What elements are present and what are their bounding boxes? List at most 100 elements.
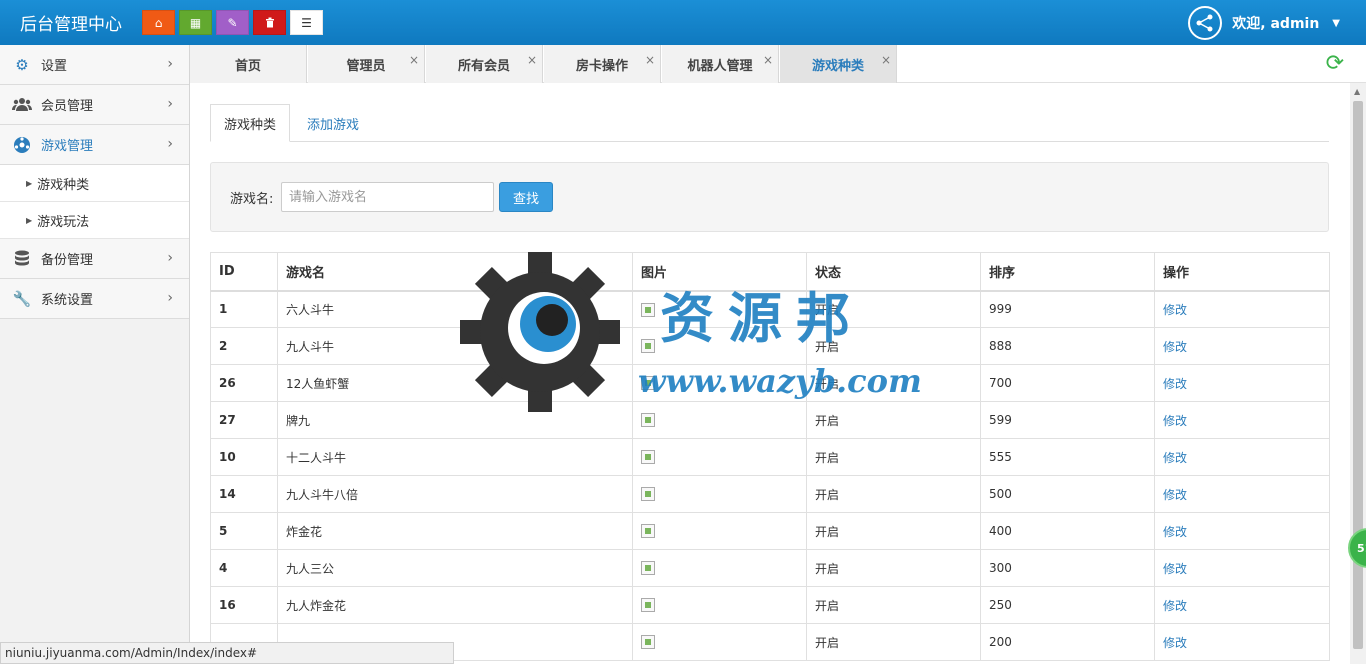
grid-icon: ▦ [189,15,202,30]
subtab-add-game[interactable]: 添加游戏 [294,104,372,142]
close-icon[interactable]: × [409,53,419,67]
cell-status: 开启 [806,438,981,476]
table-row: 14 九人斗牛八倍 开启 500 修改 [210,475,1330,513]
sidebar-item-games[interactable]: 游戏管理 › [0,125,189,165]
cell-action: 修改 [1154,586,1330,624]
refresh-icon[interactable]: ⟳ [1326,51,1344,76]
cell-sort: 888 [980,327,1155,365]
browser-status-bar: niuniu.jiyuanma.com/Admin/Index/index# [0,642,454,664]
edit-button[interactable]: ✎ [216,10,249,35]
column-header: ID [210,252,278,292]
sidebar-item-system[interactable]: 🔧 系统设置 › [0,279,189,319]
delete-button[interactable] [253,10,286,35]
close-icon[interactable]: × [645,53,655,67]
cell-sort: 599 [980,401,1155,439]
edit-link[interactable]: 修改 [1163,303,1187,317]
subtab-game-types[interactable]: 游戏种类 [210,104,291,142]
list-button[interactable]: ☰ [290,10,323,35]
tab-label: 游戏种类 [811,58,864,74]
chevron-right-icon: › [167,136,173,152]
app-title: 后台管理中心 [20,15,122,35]
users-icon [12,96,32,114]
cell-sort: 300 [980,549,1155,587]
table-row: 4 九人三公 开启 300 修改 [210,549,1330,587]
scrollbar[interactable]: ▲ [1350,83,1366,664]
sidebar-item-label: 备份管理 [41,253,94,268]
tab-room-cards[interactable]: 房卡操作 × [544,45,661,83]
sidebar-item-backup[interactable]: 备份管理 › [0,239,189,279]
tab-robots[interactable]: 机器人管理 × [662,45,779,83]
table-row: 5 炸金花 开启 400 修改 [210,512,1330,550]
close-icon[interactable]: × [881,53,891,67]
cell-image [632,586,807,624]
tab-all-members[interactable]: 所有会员 × [426,45,543,83]
cell-sort: 250 [980,586,1155,624]
edit-link[interactable]: 修改 [1163,525,1187,539]
edit-link[interactable]: 修改 [1163,451,1187,465]
sidebar-subitem-label: 游戏玩法 [37,214,90,230]
trash-icon [265,17,274,28]
sidebar-subitem-label: 游戏种类 [37,177,90,193]
search-input[interactable] [281,182,494,212]
edit-link[interactable]: 修改 [1163,562,1187,576]
edit-link[interactable]: 修改 [1163,488,1187,502]
cell-action: 修改 [1154,438,1330,476]
table-row: 27 牌九 开启 599 修改 [210,401,1330,439]
edit-link[interactable]: 修改 [1163,636,1187,650]
main-content: 游戏种类 添加游戏 游戏名: 查找 ID 游戏名 图片 状态 排序 操作 1六人… [190,83,1350,664]
soccer-ball-icon [12,136,32,154]
tab-label: 管理员 [346,58,386,74]
cell-action: 修改 [1154,290,1330,328]
cell-sort: 999 [980,290,1155,328]
close-icon[interactable]: × [763,53,773,67]
scroll-up-icon[interactable]: ▲ [1354,87,1360,96]
cell-image [632,512,807,550]
edit-link[interactable]: 修改 [1163,414,1187,428]
cell-image [632,475,807,513]
column-header: 游戏名 [277,252,633,292]
edit-link[interactable]: 修改 [1163,340,1187,354]
sidebar-subitem-game-rules[interactable]: ▶ 游戏玩法 [0,202,189,239]
table-row: 1 六人斗牛 开启 999 修改 [210,290,1330,328]
content-subtabs: 游戏种类 添加游戏 [210,104,1329,142]
cell-status: 开启 [806,623,981,661]
avatar[interactable] [1188,6,1223,40]
cell-id: 14 [210,475,278,513]
cell-image [632,364,807,402]
cell-id: 27 [210,401,278,439]
tab-label: 所有会员 [457,58,510,74]
tab-game-types[interactable]: 游戏种类 × [780,45,897,83]
cell-status: 开启 [806,475,981,513]
cell-action: 修改 [1154,623,1330,661]
sidebar-item-settings[interactable]: ⚙ 设置 › [0,45,189,85]
pencil-icon: ✎ [227,15,238,30]
close-icon[interactable]: × [527,53,537,67]
home-button[interactable]: ⌂ [142,10,175,35]
tab-label: 首页 [234,58,261,74]
edit-link[interactable]: 修改 [1163,599,1187,613]
cell-game-name: 九人三公 [277,549,633,587]
top-header: 后台管理中心 ⌂ ▦ ✎ ☰ 欢迎, admin ▼ [0,0,1366,45]
cell-game-name: 九人斗牛八倍 [277,475,633,513]
table-row: 2 九人斗牛 开启 888 修改 [210,327,1330,365]
edit-link[interactable]: 修改 [1163,377,1187,391]
chevron-right-icon: › [167,96,173,112]
sidebar-subitem-game-types[interactable]: ▶ 游戏种类 [0,165,189,202]
cell-action: 修改 [1154,475,1330,513]
search-button[interactable]: 查找 [499,182,553,212]
sidebar-item-members[interactable]: 会员管理 › [0,85,189,125]
tab-admins[interactable]: 管理员 × [308,45,425,83]
cell-id: 16 [210,586,278,624]
table-row: 16 九人炸金花 开启 250 修改 [210,586,1330,624]
user-menu[interactable]: 欢迎, admin ▼ [1188,6,1340,40]
welcome-text: 欢迎, admin [1232,16,1320,32]
grid-button[interactable]: ▦ [179,10,212,35]
broken-image-icon [641,561,655,576]
games-table: ID 游戏名 图片 状态 排序 操作 1 六人斗牛 开启 999 修改 2 九人斗牛 开启 88… [210,252,1330,661]
tab-home[interactable]: 首页 [190,45,307,83]
column-header: 状态 [806,252,981,292]
cell-id: 4 [210,549,278,587]
cell-status: 开启 [806,549,981,587]
cell-image [632,623,807,661]
search-label: 游戏名: [230,192,274,207]
